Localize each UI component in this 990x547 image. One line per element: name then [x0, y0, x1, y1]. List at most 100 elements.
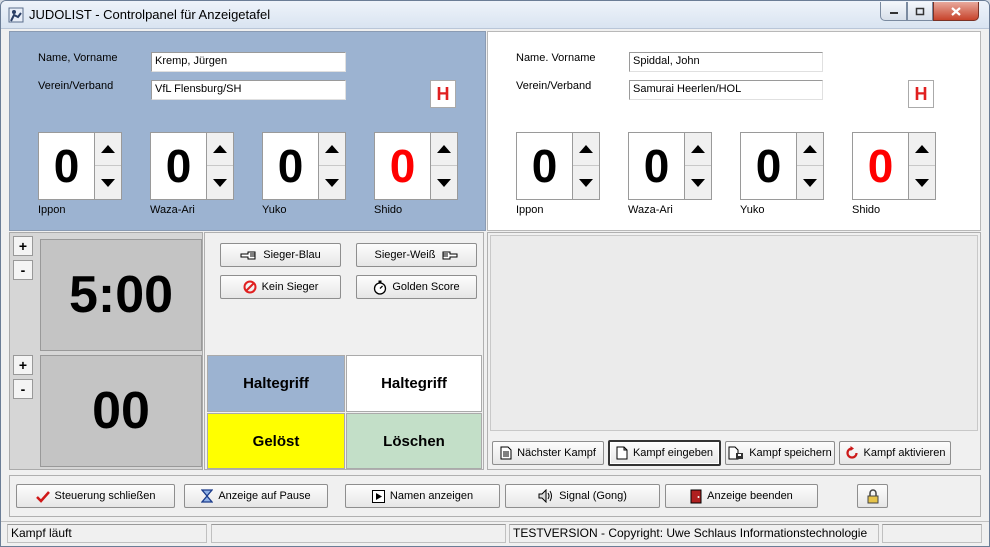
end-display-button[interactable]: Anzeige beenden: [665, 484, 818, 508]
next-fight-button[interactable]: Nächster Kampf: [492, 441, 604, 465]
blue-fighter-panel: Name, Vorname Verein/Verband Kremp, Jürg…: [9, 31, 486, 231]
haltegriff-white-button[interactable]: Haltegriff: [346, 355, 482, 412]
save-fight-label: Kampf speichern: [749, 447, 832, 459]
white-yuko-label: Yuko: [740, 204, 765, 216]
blue-ippon-score: 0: [38, 132, 94, 200]
white-wazaari-down-button[interactable]: [685, 166, 711, 199]
show-names-button[interactable]: Namen anzeigen: [345, 484, 500, 508]
next-fight-label: Nächster Kampf: [517, 447, 596, 459]
white-ippon-score: 0: [516, 132, 572, 200]
white-hansoku-button[interactable]: H: [908, 80, 934, 108]
winner-white-label: Sieger-Weiß: [374, 249, 436, 261]
status-empty-cell: [211, 524, 506, 543]
blue-shido-score: 0: [374, 132, 430, 200]
arrow-up-icon: [213, 145, 227, 153]
white-shido-label: Shido: [852, 204, 881, 216]
blue-yuko-up-button[interactable]: [319, 133, 345, 166]
blue-wazaari-down-button[interactable]: [207, 166, 233, 199]
golden-score-button[interactable]: Golden Score: [356, 275, 477, 299]
judo-app-icon: [8, 7, 24, 23]
pause-display-button[interactable]: Anzeige auf Pause: [184, 484, 328, 508]
white-ippon-down-button[interactable]: [573, 166, 599, 199]
lock-button[interactable]: [857, 484, 888, 508]
blue-wazaari-up-button[interactable]: [207, 133, 233, 166]
arrow-up-icon: [915, 145, 929, 153]
decision-panel: Sieger-Blau Sieger-Weiß Kein Sieger Gold…: [204, 232, 484, 470]
arrow-up-icon: [691, 145, 705, 153]
save-fight-button[interactable]: Kampf speichern: [725, 441, 835, 465]
white-ippon-spinner: [572, 132, 600, 200]
osaekomi-timer-plus-button[interactable]: +: [13, 355, 33, 375]
close-icon: [951, 6, 961, 16]
white-club-label: Verein/Verband: [516, 80, 592, 92]
signal-gong-label: Signal (Gong): [559, 490, 627, 502]
main-timer-display: 5:00: [40, 239, 202, 351]
arrow-down-icon: [213, 178, 227, 187]
show-names-label: Namen anzeigen: [389, 490, 474, 502]
geloest-button[interactable]: Gelöst: [207, 413, 345, 469]
bottom-toolbar: Steuerung schließen Anzeige auf Pause Na…: [9, 475, 981, 517]
blue-club-field[interactable]: VfL Flensburg/SH: [151, 80, 346, 100]
blue-shido-label: Shido: [374, 204, 403, 216]
white-ippon-label: Ippon: [516, 204, 544, 216]
lock-icon: [867, 488, 878, 503]
arrow-down-icon: [101, 178, 115, 187]
activate-fight-label: Kampf aktivieren: [863, 447, 946, 459]
winner-blue-button[interactable]: Sieger-Blau: [220, 243, 341, 267]
arrow-down-icon: [579, 178, 593, 187]
blue-shido-spinner: [430, 132, 458, 200]
blue-name-field[interactable]: Kremp, Jürgen: [151, 52, 346, 72]
winner-white-button[interactable]: Sieger-Weiß: [356, 243, 477, 267]
close-control-button[interactable]: Steuerung schließen: [16, 484, 175, 508]
speaker-icon: [538, 489, 553, 503]
white-shido-up-button[interactable]: [909, 133, 935, 166]
minimize-button[interactable]: [880, 2, 907, 21]
status-bar: Kampf läuft TESTVERSION - Copyright: Uwe…: [1, 521, 989, 546]
white-shido-spinner: [908, 132, 936, 200]
main-timer-minus-button[interactable]: -: [13, 260, 33, 280]
blue-shido-up-button[interactable]: [431, 133, 457, 166]
white-club-field[interactable]: Samurai Heerlen/HOL: [629, 80, 823, 100]
loeschen-button[interactable]: Löschen: [346, 413, 482, 469]
blue-hansoku-button[interactable]: H: [430, 80, 456, 108]
fight-list-area: [490, 235, 978, 431]
white-name-field[interactable]: Spiddal, John: [629, 52, 823, 72]
main-timer-plus-button[interactable]: +: [13, 236, 33, 256]
white-shido-score: 0: [852, 132, 908, 200]
blue-yuko-down-button[interactable]: [319, 166, 345, 199]
white-wazaari-label: Waza-Ari: [628, 204, 673, 216]
activate-fight-button[interactable]: Kampf aktivieren: [839, 441, 951, 465]
white-shido-down-button[interactable]: [909, 166, 935, 199]
timer-panel: + - 5:00 + - 00: [9, 232, 203, 470]
arrow-down-icon: [691, 178, 705, 187]
close-window-button[interactable]: [933, 2, 979, 21]
arrow-up-icon: [101, 145, 115, 153]
white-wazaari-score: 0: [628, 132, 684, 200]
blue-shido-down-button[interactable]: [431, 166, 457, 199]
window-title: JUDOLIST - Controlpanel für Anzeigetafel: [29, 7, 271, 22]
white-yuko-down-button[interactable]: [797, 166, 823, 199]
blue-yuko-score: 0: [262, 132, 318, 200]
status-fight-state: Kampf läuft: [7, 524, 207, 543]
blue-ippon-up-button[interactable]: [95, 133, 121, 166]
pointing-hand-right-icon: [442, 251, 458, 260]
no-winner-button[interactable]: Kein Sieger: [220, 275, 341, 299]
blue-yuko-spinner: [318, 132, 346, 200]
haltegriff-blue-button[interactable]: Haltegriff: [207, 355, 345, 412]
arrow-up-icon: [437, 145, 451, 153]
white-ippon-up-button[interactable]: [573, 133, 599, 166]
document-lines-icon: [500, 446, 512, 460]
blue-ippon-down-button[interactable]: [95, 166, 121, 199]
enter-fight-button[interactable]: Kampf eingeben: [608, 440, 721, 466]
osaekomi-timer-display: 00: [40, 355, 202, 467]
osaekomi-timer-minus-button[interactable]: -: [13, 379, 33, 399]
restore-button[interactable]: [907, 2, 933, 21]
title-bar: JUDOLIST - Controlpanel für Anzeigetafel: [1, 1, 989, 29]
white-wazaari-up-button[interactable]: [685, 133, 711, 166]
status-extra-cell: [882, 524, 982, 543]
white-name-label: Name. Vorname: [516, 52, 596, 64]
close-control-label: Steuerung schließen: [54, 490, 156, 502]
play-icon: [371, 489, 385, 503]
white-yuko-up-button[interactable]: [797, 133, 823, 166]
signal-gong-button[interactable]: Signal (Gong): [505, 484, 660, 508]
